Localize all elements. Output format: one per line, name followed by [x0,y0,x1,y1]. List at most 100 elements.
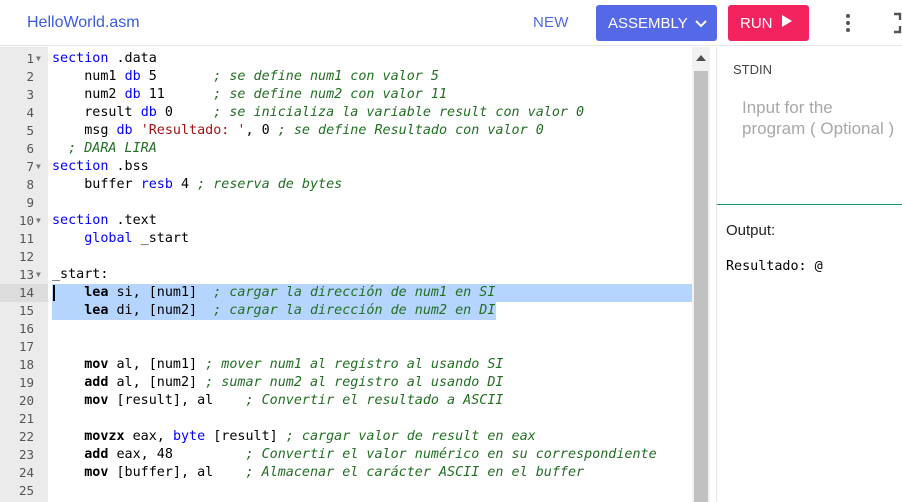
code-line[interactable]: 2 num1 db 5 ; se define num1 con valor 5 [0,68,692,86]
new-button[interactable]: NEW [533,14,569,31]
code-line[interactable]: 10 ▼ section .text [0,212,692,230]
code-token: db [140,105,157,120]
fold-arrow-icon[interactable]: ▼ [36,212,41,230]
code-text: num1 db 5 ; se define num1 con valor 5 [52,68,439,86]
code-line[interactable]: 24 mov [buffer], al ; Almacenar el carác… [0,464,692,482]
code-editor[interactable]: 1 ▼ section .data 2 num1 db 5 ; se define n… [0,47,710,502]
code-line[interactable]: 1 ▼ section .data [0,50,692,68]
top-bar: HelloWorld.asm NEW ASSEMBLY RUN [0,0,902,46]
code-token: eax, 48 [108,447,246,462]
code-token: [result] [205,429,286,444]
fold-arrow-icon[interactable]: ▼ [36,50,41,68]
editor-scrollbar[interactable] [692,47,710,502]
code-token: di, [num2] [108,303,214,318]
line-number: 20 [18,393,34,408]
expand-icon[interactable] [886,12,902,34]
code-line[interactable]: 8 buffer resb 4 ; reserva de bytes [0,176,692,194]
code-line[interactable]: 16 [0,320,692,338]
code-token: ; se inicializa la variable result con v… [213,105,585,120]
code-token: .bss [108,159,149,174]
scroll-up-arrow-icon[interactable] [696,55,706,61]
output-text: Resultado: @ [726,259,823,274]
output-label: Output: [726,222,776,239]
code-token: movzx [84,429,125,444]
code-token: resb [140,177,173,192]
code-text: mov al, [num1] ; mover num1 al registro … [52,356,503,374]
run-button[interactable]: RUN [728,5,809,41]
code-token: .text [108,213,157,228]
code-line[interactable]: 13 ▼ _start: [0,266,692,284]
code-text: mov [result], al ; Convertir el resultad… [52,392,503,410]
code-line[interactable]: 21 [0,410,692,428]
code-token: add [84,375,109,390]
code-line[interactable]: 15 lea di, [num2] ; cargar la dirección … [0,302,692,320]
code-token: num1 [52,69,125,84]
code-line[interactable]: 3 num2 db 11 ; se define num2 con valor … [0,86,692,104]
code-line[interactable]: 18 mov al, [num1] ; mover num1 al regist… [0,356,692,374]
code-token: mov [84,393,109,408]
code-line[interactable]: 22 movzx eax, byte [result] ; cargar val… [0,428,692,446]
code-token: section [52,213,109,228]
code-text: msg db 'Resultado: ', 0 ; se define Resu… [52,122,544,140]
file-name[interactable]: HelloWorld.asm [27,14,140,32]
chevron-down-icon [695,15,707,32]
code-text: num2 db 11 ; se define num2 con valor 11 [52,86,447,104]
code-line[interactable]: 20 mov [result], al ; Convertir el resul… [0,392,692,410]
code-token: ; sumar num2 al registro al usando DI [205,375,504,390]
text-cursor [53,285,55,301]
code-line[interactable]: 25 [0,482,692,500]
code-token: ; DARA LIRA [52,141,157,156]
code-text: mov [buffer], al ; Almacenar el carácter… [52,464,584,482]
code-token: lea [84,303,109,318]
stdin-placeholder-line-2: program ( Optional ) [742,119,895,138]
code-line[interactable]: 6 ; DARA LIRA [0,140,692,158]
code-token: section [52,51,109,66]
line-number: 12 [18,249,34,264]
code-token: msg [52,123,117,138]
line-number: 2 [26,69,34,84]
code-token: ; se define num2 con valor 11 [213,87,448,102]
code-token: 11 [140,87,214,102]
code-token: _start [132,231,190,246]
line-number: 17 [18,339,34,354]
code-token: global [84,231,133,246]
line-number: 21 [18,411,34,426]
stdin-placeholder-line-1: Input for the [742,98,833,117]
line-number: 8 [26,177,34,192]
line-number: 18 [18,357,34,372]
code-token: db [116,123,133,138]
code-token: ; cargar valor de result en eax [285,429,536,444]
kebab-menu-icon[interactable] [836,10,860,36]
code-line[interactable]: 4 result db 0 ; se inicializa la variabl… [0,104,692,122]
line-number: 3 [26,87,34,102]
code-text: movzx eax, byte [result] ; cargar valor … [52,428,536,446]
scrollbar-thumb[interactable] [694,71,708,502]
code-line[interactable]: 11 global _start [0,230,692,248]
code-line[interactable]: 5 msg db 'Resultado: ', 0 ; se define Re… [0,122,692,140]
stdin-input[interactable]: Input for the program ( Optional ) [742,97,902,139]
code-token: section [52,159,109,174]
fold-arrow-icon[interactable]: ▼ [36,266,41,284]
code-line[interactable]: 9 [0,194,692,212]
code-line[interactable]: 7 ▼ section .bss [0,158,692,176]
fold-arrow-icon[interactable]: ▼ [36,158,41,176]
code-line[interactable]: 23 add eax, 48 ; Convertir el valor numé… [0,446,692,464]
language-select-button[interactable]: ASSEMBLY [596,5,717,41]
code-token: ; Almacenar el carácter ASCII en el buff… [245,465,585,480]
code-token: ; se define num1 con valor 5 [213,69,439,84]
code-text: add al, [num2] ; sumar num2 al registro … [52,374,503,392]
code-line[interactable]: 12 [0,248,692,266]
code-line[interactable]: 19 add al, [num2] ; sumar num2 al regist… [0,374,692,392]
code-token: [result], al [108,393,246,408]
code-token: ; mover num1 al registro al usando SI [205,357,504,372]
code-line[interactable]: 14 lea si, [num1] ; cargar la dirección … [0,284,692,302]
code-line[interactable]: 17 [0,338,692,356]
